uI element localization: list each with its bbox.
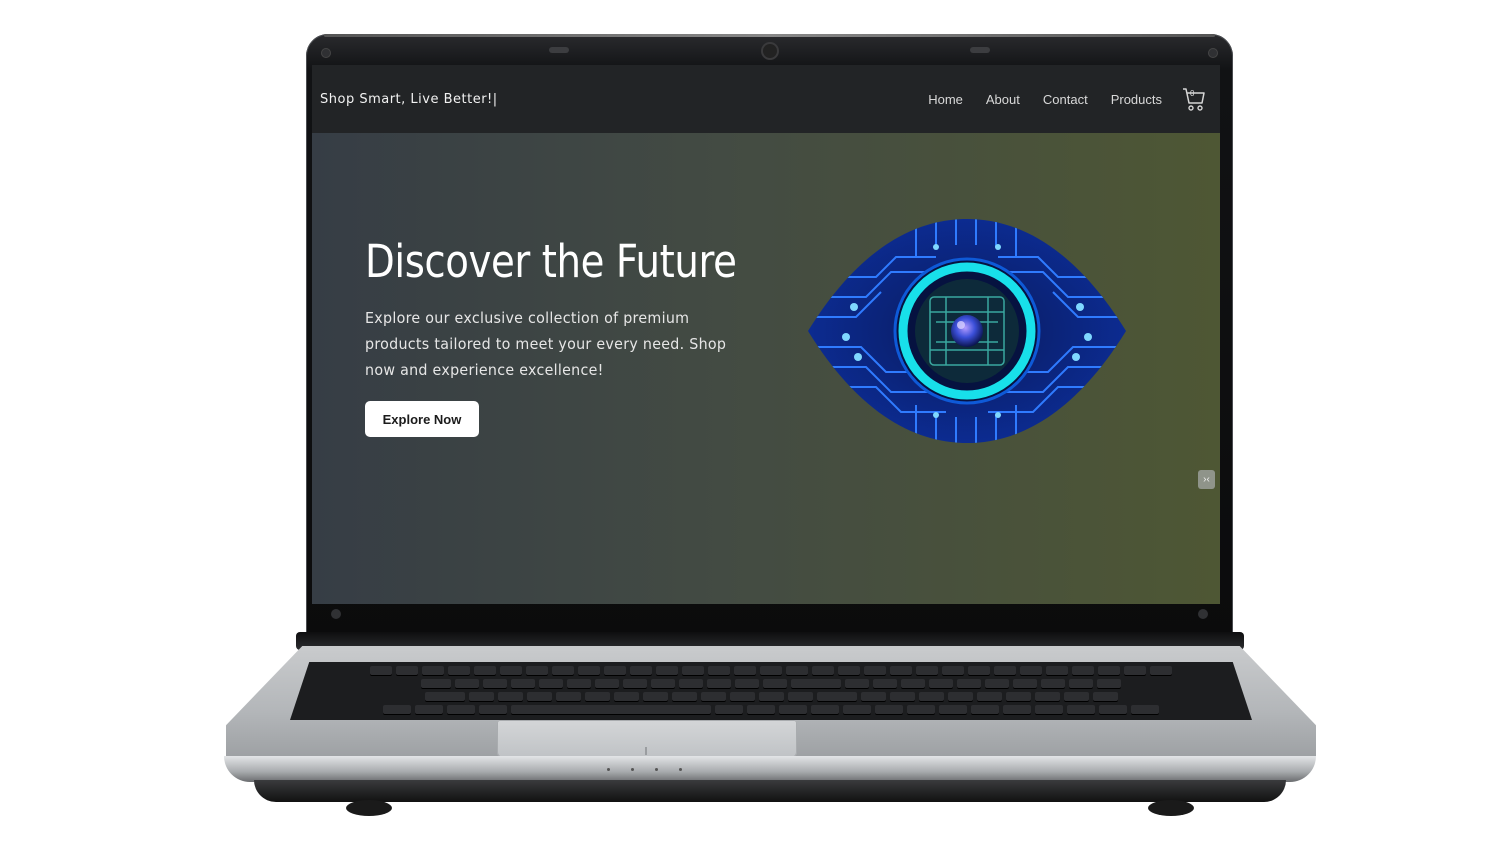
- laptop-foot: [346, 800, 392, 816]
- site-tagline: Shop Smart, Live Better!|: [320, 92, 498, 107]
- nav-about-link[interactable]: About: [986, 92, 1020, 107]
- status-led: [655, 768, 658, 771]
- keyboard: [290, 662, 1252, 720]
- lid-edge: [324, 34, 1215, 37]
- laptop-screen: Shop Smart, Live Better!| Home About Con…: [312, 65, 1220, 604]
- touchpad-divider: [645, 747, 647, 755]
- status-led: [679, 768, 682, 771]
- laptop-front-edge: [224, 756, 1316, 782]
- laptop-foot: [1148, 800, 1194, 816]
- nav-products-link[interactable]: Products: [1111, 92, 1162, 107]
- webcam: [763, 44, 777, 58]
- nav-links: Home About Contact Products: [928, 92, 1162, 107]
- bezel-screw: [1198, 609, 1208, 619]
- explore-now-button[interactable]: Explore Now: [365, 401, 479, 437]
- bezel-screw: [331, 609, 341, 619]
- bezel-slot: [549, 47, 569, 53]
- status-led: [631, 768, 634, 771]
- laptop-bottom: [254, 780, 1286, 802]
- hero-description: Explore our exclusive collection of prem…: [365, 309, 727, 379]
- circuit-eye-image: [808, 219, 1126, 443]
- nav-contact-link[interactable]: Contact: [1043, 92, 1088, 107]
- bezel-screw: [321, 48, 331, 58]
- cart-count-badge: 0: [1190, 89, 1195, 98]
- status-led: [607, 768, 610, 771]
- navbar: Shop Smart, Live Better!| Home About Con…: [312, 65, 1220, 133]
- collapse-icon[interactable]: ›‹: [1198, 470, 1215, 489]
- bezel-slot: [970, 47, 990, 53]
- hero-section: Discover the Future Explore our exclusiv…: [312, 133, 1220, 604]
- bezel-screw: [1208, 48, 1218, 58]
- touchpad: [497, 720, 797, 758]
- nav-home-link[interactable]: Home: [928, 92, 963, 107]
- hero-title: Discover the Future: [365, 235, 737, 288]
- cart-button[interactable]: 0: [1182, 87, 1206, 113]
